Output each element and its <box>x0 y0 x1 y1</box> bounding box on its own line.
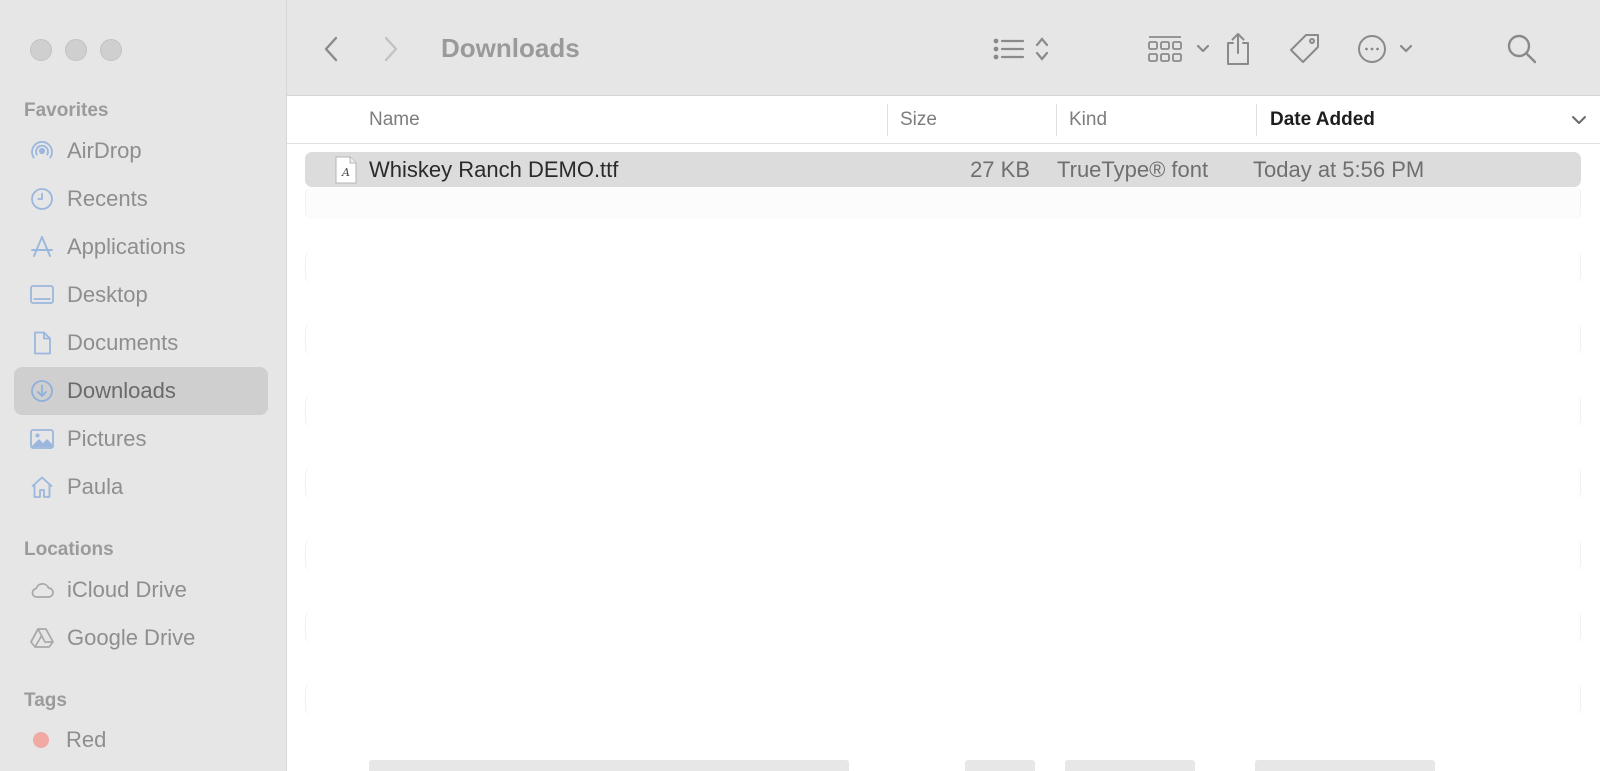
file-list: A Whiskey Ranch DEMO.ttf 27 KB TrueType®… <box>287 144 1600 771</box>
column-divider[interactable] <box>1256 104 1257 136</box>
sidebar-item-google-drive[interactable]: Google Drive <box>14 614 268 662</box>
sidebar-item-label: Recents <box>67 186 148 211</box>
file-row[interactable]: A Whiskey Ranch DEMO.ttf 27 KB TrueType®… <box>305 152 1581 187</box>
column-name[interactable]: Name <box>369 96 420 144</box>
sidebar-item-label: Downloads <box>67 378 176 403</box>
drive-icon <box>28 624 56 652</box>
sidebar-item-documents[interactable]: Documents <box>14 319 268 367</box>
search-icon <box>1506 33 1538 65</box>
empty-row <box>305 611 1581 643</box>
sidebar-tag-red[interactable]: Red <box>14 716 268 764</box>
locations-section-label: Locations <box>24 539 114 560</box>
blurred-text <box>1255 760 1435 771</box>
file-size: 27 KB <box>970 156 1030 182</box>
column-divider[interactable] <box>1056 104 1057 136</box>
sidebar-item-applications[interactable]: Applications <box>14 223 268 271</box>
file-kind: TrueType® font <box>1057 156 1209 182</box>
sidebar-item-label: iCloud Drive <box>67 577 187 602</box>
empty-row <box>305 467 1581 499</box>
column-size[interactable]: Size <box>900 96 937 144</box>
airdrop-icon <box>28 137 56 165</box>
column-divider[interactable] <box>887 104 888 136</box>
sort-direction-button[interactable] <box>1571 96 1587 144</box>
back-icon <box>323 35 339 63</box>
download-icon <box>28 377 56 405</box>
chevron-down-icon <box>1571 109 1587 131</box>
applications-icon <box>28 233 56 261</box>
group-button[interactable] <box>1148 26 1214 72</box>
empty-row <box>305 683 1581 715</box>
blurred-text <box>369 760 849 771</box>
photo-icon <box>28 425 56 453</box>
sidebar: Favorites AirDrop Recents Applications D… <box>0 0 287 771</box>
window-title: Downloads <box>441 33 580 63</box>
sidebar-item-icloud-drive[interactable]: iCloud Drive <box>14 566 268 614</box>
group-icon <box>1148 33 1214 65</box>
file-name: Whiskey Ranch DEMO.ttf <box>369 156 619 182</box>
file-date-added: Today at 5:56 PM <box>1253 156 1425 182</box>
favorites-section-label: Favorites <box>24 100 109 121</box>
empty-row <box>305 323 1581 355</box>
home-icon <box>28 473 56 501</box>
cloud-icon <box>28 576 56 604</box>
sidebar-item-label: Documents <box>67 330 179 355</box>
column-header: Name Size Kind Date Added <box>287 96 1600 144</box>
sidebar-item-home[interactable]: Paula <box>14 463 268 511</box>
desktop-icon <box>28 281 56 309</box>
search-button[interactable] <box>1505 26 1539 72</box>
forward-icon <box>383 35 399 63</box>
partially-visible-row <box>305 746 1581 771</box>
sidebar-item-label: Pictures <box>67 426 147 451</box>
empty-row <box>305 251 1581 283</box>
column-date-added[interactable]: Date Added <box>1270 96 1375 144</box>
share-button[interactable] <box>1221 26 1255 72</box>
sidebar-item-label: Paula <box>67 474 124 499</box>
finder-window: Favorites AirDrop Recents Applications D… <box>0 0 1600 771</box>
tag-button[interactable] <box>1287 26 1323 72</box>
close-window-button[interactable] <box>30 39 52 61</box>
forward-button[interactable] <box>377 26 405 72</box>
toolbar: Downloads <box>287 0 1600 96</box>
more-actions-button[interactable] <box>1357 26 1419 72</box>
tag-icon <box>1288 32 1322 66</box>
font-file-icon: A <box>335 156 357 184</box>
sidebar-item-label: Desktop <box>67 282 148 307</box>
sidebar-item-label: Google Drive <box>67 625 196 650</box>
document-icon <box>28 329 56 357</box>
blurred-text <box>1065 760 1195 771</box>
empty-row <box>305 395 1581 427</box>
empty-row <box>305 187 1581 219</box>
zoom-window-button[interactable] <box>100 39 122 61</box>
share-icon <box>1223 31 1253 67</box>
sidebar-item-desktop[interactable]: Desktop <box>14 271 268 319</box>
sidebar-item-airdrop[interactable]: AirDrop <box>14 127 268 175</box>
tags-section-label: Tags <box>24 690 67 711</box>
more-icon <box>1357 33 1419 65</box>
red-tag-dot-icon <box>33 732 49 748</box>
sidebar-item-label: AirDrop <box>67 138 142 163</box>
blurred-text <box>965 760 1035 771</box>
back-button[interactable] <box>317 26 345 72</box>
empty-row <box>305 539 1581 571</box>
clock-icon <box>28 185 56 213</box>
sidebar-item-recents[interactable]: Recents <box>14 175 268 223</box>
minimize-window-button[interactable] <box>65 39 87 61</box>
sidebar-item-label: Applications <box>67 234 186 259</box>
svg-text:A: A <box>341 166 350 179</box>
sidebar-item-label: Red <box>66 727 107 752</box>
view-mode-button[interactable] <box>992 26 1058 72</box>
sidebar-item-pictures[interactable]: Pictures <box>14 415 268 463</box>
list-view-icon <box>992 34 1058 64</box>
sidebar-item-downloads[interactable]: Downloads <box>14 367 268 415</box>
column-kind[interactable]: Kind <box>1069 96 1107 144</box>
